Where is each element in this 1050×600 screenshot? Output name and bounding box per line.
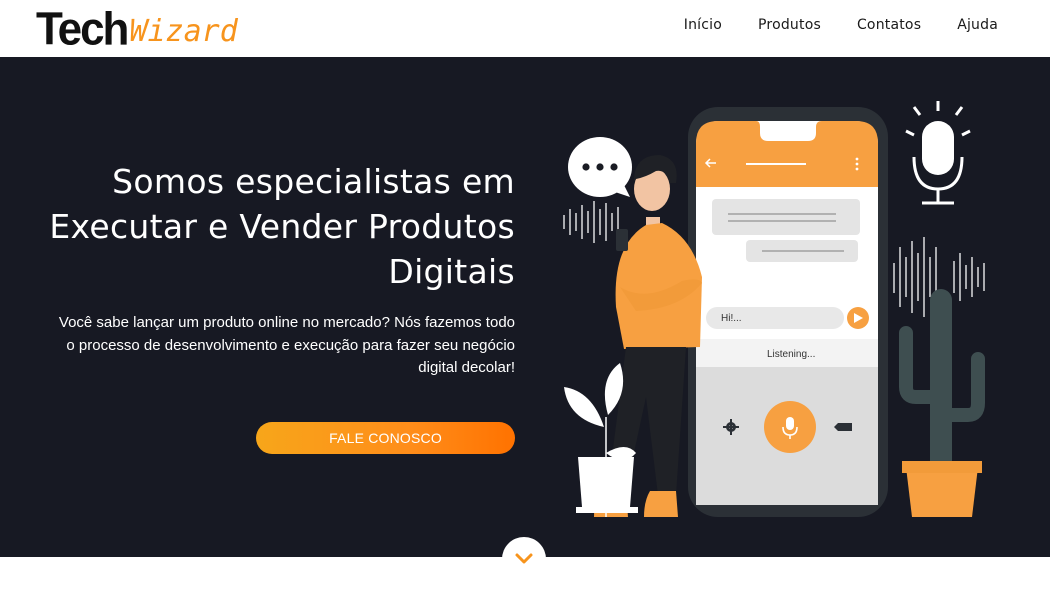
site-header: Tech Wizard Início Produtos Contatos Aju… <box>0 0 1050 57</box>
nav-item-ajuda[interactable]: Ajuda <box>957 17 998 33</box>
hero-illustration <box>563 101 985 517</box>
chevron-down-icon <box>515 553 533 564</box>
chat-input-text: Hi!... <box>721 313 742 324</box>
logo[interactable]: Tech Wizard <box>36 6 238 52</box>
logo-part-tech: Tech <box>36 3 129 56</box>
cactus <box>899 289 985 517</box>
nav-item-inicio[interactable]: Início <box>684 17 722 33</box>
hero-section: Somos especialistas em Executar e Vender… <box>0 57 1050 557</box>
hero-title-line-1: Somos especialistas em <box>112 162 515 201</box>
hero-description: Você sabe lançar um produto online no me… <box>58 314 515 376</box>
sound-wave-left <box>563 201 619 243</box>
logo-part-wizard: Wizard <box>129 14 238 49</box>
microphone-icon <box>905 101 971 205</box>
nav-item-produtos[interactable]: Produtos <box>758 17 821 33</box>
main-nav: Início Produtos Contatos Ajuda <box>684 17 998 33</box>
hero-title-line-3: Digitais <box>388 252 515 291</box>
chat-bubble <box>568 137 632 197</box>
nav-item-contatos[interactable]: Contatos <box>857 17 921 33</box>
hero-title-line-2: Executar e Vender Produtos <box>49 207 515 246</box>
hero-title: Somos especialistas em Executar e Vender… <box>40 159 515 294</box>
listening-status: Listening... <box>767 349 816 360</box>
contact-us-button[interactable]: FALE CONOSCO <box>256 422 515 454</box>
scroll-down-button[interactable] <box>502 537 546 581</box>
phone <box>688 107 888 517</box>
